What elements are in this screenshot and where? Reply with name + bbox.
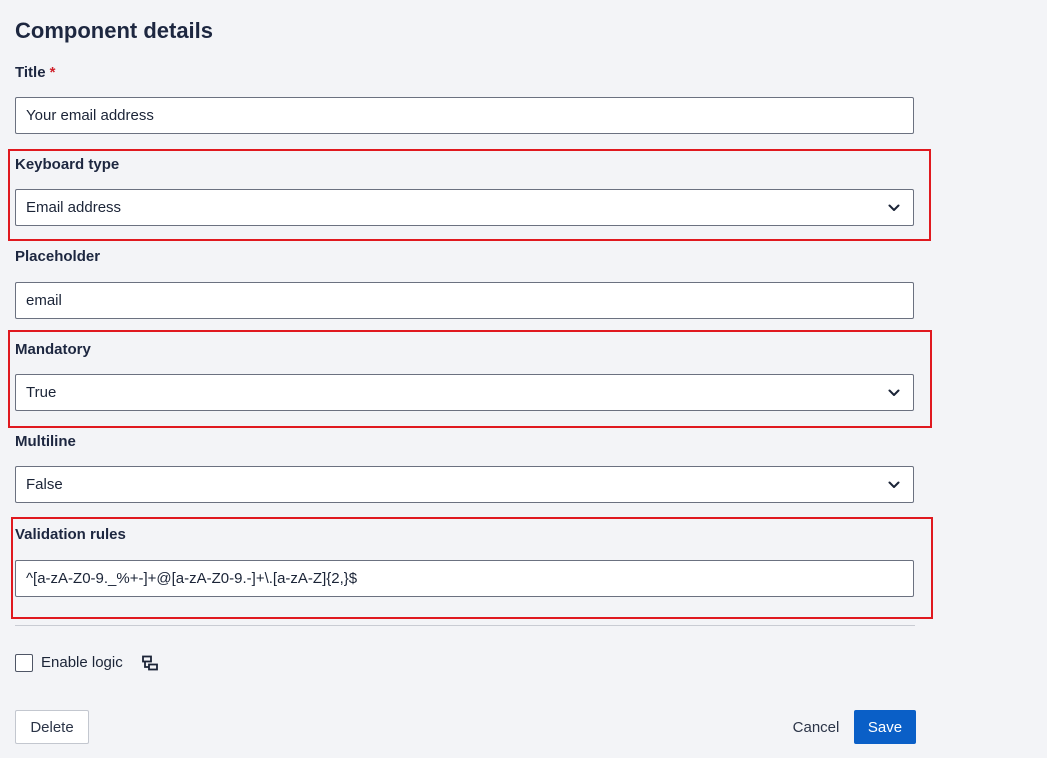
validation-rules-input[interactable] bbox=[15, 560, 914, 597]
chevron-down-icon bbox=[887, 386, 901, 400]
keyboard-type-label: Keyboard type bbox=[15, 156, 120, 173]
keyboard-type-value: Email address bbox=[26, 199, 122, 216]
keyboard-type-select[interactable]: Email address bbox=[15, 189, 914, 226]
mandatory-select[interactable]: True bbox=[15, 374, 914, 411]
enable-logic-label[interactable]: Enable logic bbox=[41, 654, 123, 672]
validation-rules-label: Validation rules bbox=[15, 526, 126, 543]
chevron-down-icon bbox=[887, 478, 901, 492]
delete-button[interactable]: Delete bbox=[15, 710, 89, 744]
logic-flow-icon[interactable] bbox=[141, 654, 159, 672]
panel-title: Component details bbox=[15, 18, 214, 43]
mandatory-value: True bbox=[26, 384, 57, 401]
multiline-label: Multiline bbox=[15, 433, 76, 450]
multiline-select[interactable]: False bbox=[15, 466, 914, 503]
enable-logic-checkbox[interactable] bbox=[15, 654, 33, 672]
cancel-button[interactable]: Cancel bbox=[785, 710, 847, 744]
placeholder-label: Placeholder bbox=[15, 248, 101, 265]
title-label-text: Title bbox=[15, 64, 46, 81]
title-label: Title * bbox=[15, 64, 55, 82]
chevron-down-icon bbox=[887, 201, 901, 215]
multiline-value: False bbox=[26, 476, 63, 493]
required-marker: * bbox=[49, 64, 56, 81]
save-button[interactable]: Save bbox=[854, 710, 916, 744]
title-input[interactable] bbox=[15, 97, 914, 134]
divider bbox=[15, 625, 915, 626]
mandatory-label: Mandatory bbox=[15, 341, 91, 358]
placeholder-input[interactable] bbox=[15, 282, 914, 319]
